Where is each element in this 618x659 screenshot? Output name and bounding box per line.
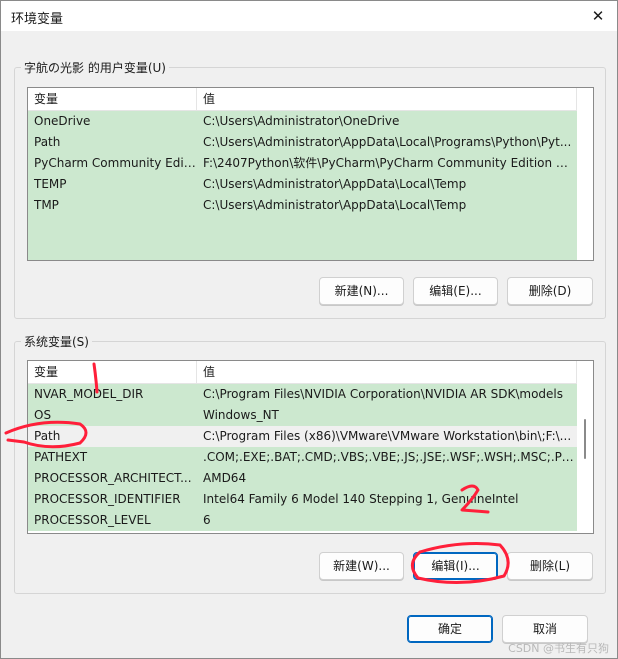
user-list-empty-area <box>28 216 577 260</box>
environment-variables-dialog: 环境变量 ✕ 字航の光影 的用户变量(U) 变量 值 OneDrive C:\Us… <box>0 0 618 659</box>
system-row[interactable]: NVAR_MODEL_DIR C:\Program Files\NVIDIA Co… <box>28 384 577 405</box>
user-list-header: 变量 值 <box>28 88 577 111</box>
system-row-variable: NVAR_MODEL_DIR <box>34 387 144 401</box>
user-row-value: F:\2407Python\软件\PyCharm\PyCharm Communi… <box>203 156 575 170</box>
system-row-variable: PATHEXT <box>34 450 88 464</box>
system-row-variable: PROCESSOR_IDENTIFIER <box>34 492 181 506</box>
system-row-value: AMD64 <box>203 471 247 485</box>
system-edit-button[interactable]: 编辑(I)... <box>413 552 498 580</box>
system-list-scrollbar[interactable] <box>577 361 593 533</box>
user-row[interactable]: TEMP C:\Users\Administrator\AppData\Local… <box>28 174 577 195</box>
user-row-variable: Path <box>34 135 61 149</box>
system-scrollbar-thumb[interactable] <box>584 419 586 459</box>
watermark: CSDN @书生有只狗 <box>508 642 609 655</box>
system-row-value: .COM;.EXE;.BAT;.CMD;.VBS;.VBE;.JS;.JSE;.… <box>203 450 575 464</box>
system-row-variable: Path <box>34 429 61 443</box>
user-row[interactable]: PyCharm Community Editi... F:\2407Python\… <box>28 153 577 174</box>
user-row-value: C:\Users\Administrator\AppData\Local\Tem… <box>203 198 467 212</box>
system-row[interactable]: PROCESSOR_IDENTIFIER Intel64 Family 6 Mod… <box>28 489 577 510</box>
user-column-value[interactable]: 值 <box>197 88 577 111</box>
system-column-value[interactable]: 值 <box>197 361 577 384</box>
system-delete-button[interactable]: 删除(L) <box>507 552 593 580</box>
user-row-variable: TEMP <box>34 177 67 191</box>
system-row-value: 6 <box>203 513 211 527</box>
user-column-variable[interactable]: 变量 <box>28 88 197 111</box>
system-row[interactable]: OS Windows_NT <box>28 405 577 426</box>
user-row-variable: TMP <box>34 198 59 212</box>
system-variables-label: 系统变量(S) <box>21 333 92 350</box>
system-row-value: Intel64 Family 6 Model 140 Stepping 1, G… <box>203 492 519 506</box>
user-row[interactable]: Path C:\Users\Administrator\AppData\Local… <box>28 132 577 153</box>
system-row[interactable]: Path C:\Program Files (x86)\VMware\VMware… <box>28 426 577 447</box>
system-row-variable: PROCESSOR_LEVEL <box>34 513 151 527</box>
system-row[interactable]: PROCESSOR_ARCHITECT... AMD64 <box>28 468 577 489</box>
user-row-value: C:\Users\Administrator\OneDrive <box>203 114 400 128</box>
system-row[interactable]: PROCESSOR_LEVEL 6 <box>28 510 577 531</box>
system-list-header: 变量 值 <box>28 361 577 384</box>
cancel-button[interactable]: 取消 <box>502 615 588 643</box>
user-list-scrollbar[interactable] <box>577 88 593 260</box>
user-row-variable: PyCharm Community Editi... <box>34 156 197 170</box>
system-row-value: C:\Program Files\NVIDIA Corporation\NVID… <box>203 387 564 401</box>
user-edit-button[interactable]: 编辑(E)... <box>413 277 498 305</box>
system-row-value: C:\Program Files (x86)\VMware\VMware Wor… <box>203 429 572 443</box>
system-variables-list[interactable]: 变量 值 NVAR_MODEL_DIR C:\Program Files\NVID… <box>27 360 594 534</box>
user-variables-label: 字航の光影 的用户变量(U) <box>21 59 169 76</box>
title-bar[interactable]: 环境变量 ✕ <box>1 1 617 31</box>
system-column-variable[interactable]: 变量 <box>28 361 197 384</box>
user-row[interactable]: TMP C:\Users\Administrator\AppData\Local\… <box>28 195 577 216</box>
system-row[interactable]: PATHEXT .COM;.EXE;.BAT;.CMD;.VBS;.VBE;.JS… <box>28 447 577 468</box>
user-new-button[interactable]: 新建(N)... <box>319 277 404 305</box>
close-icon[interactable]: ✕ <box>589 7 607 25</box>
system-row-variable: PROCESSOR_ARCHITECT... <box>34 471 192 485</box>
user-row-variable: OneDrive <box>34 114 91 128</box>
user-row[interactable]: OneDrive C:\Users\Administrator\OneDrive <box>28 111 577 132</box>
window-title: 环境变量 <box>11 12 64 27</box>
system-new-button[interactable]: 新建(W)... <box>319 552 404 580</box>
system-row-value: Windows_NT <box>203 408 279 422</box>
user-row-value: C:\Users\Administrator\AppData\Local\Pro… <box>203 135 572 149</box>
user-row-value: C:\Users\Administrator\AppData\Local\Tem… <box>203 177 467 191</box>
user-variables-list[interactable]: 变量 值 OneDrive C:\Users\Administrator\OneD… <box>27 87 594 261</box>
user-delete-button[interactable]: 删除(D) <box>507 277 593 305</box>
system-row-variable: OS <box>34 408 52 422</box>
ok-button[interactable]: 确定 <box>407 615 493 643</box>
